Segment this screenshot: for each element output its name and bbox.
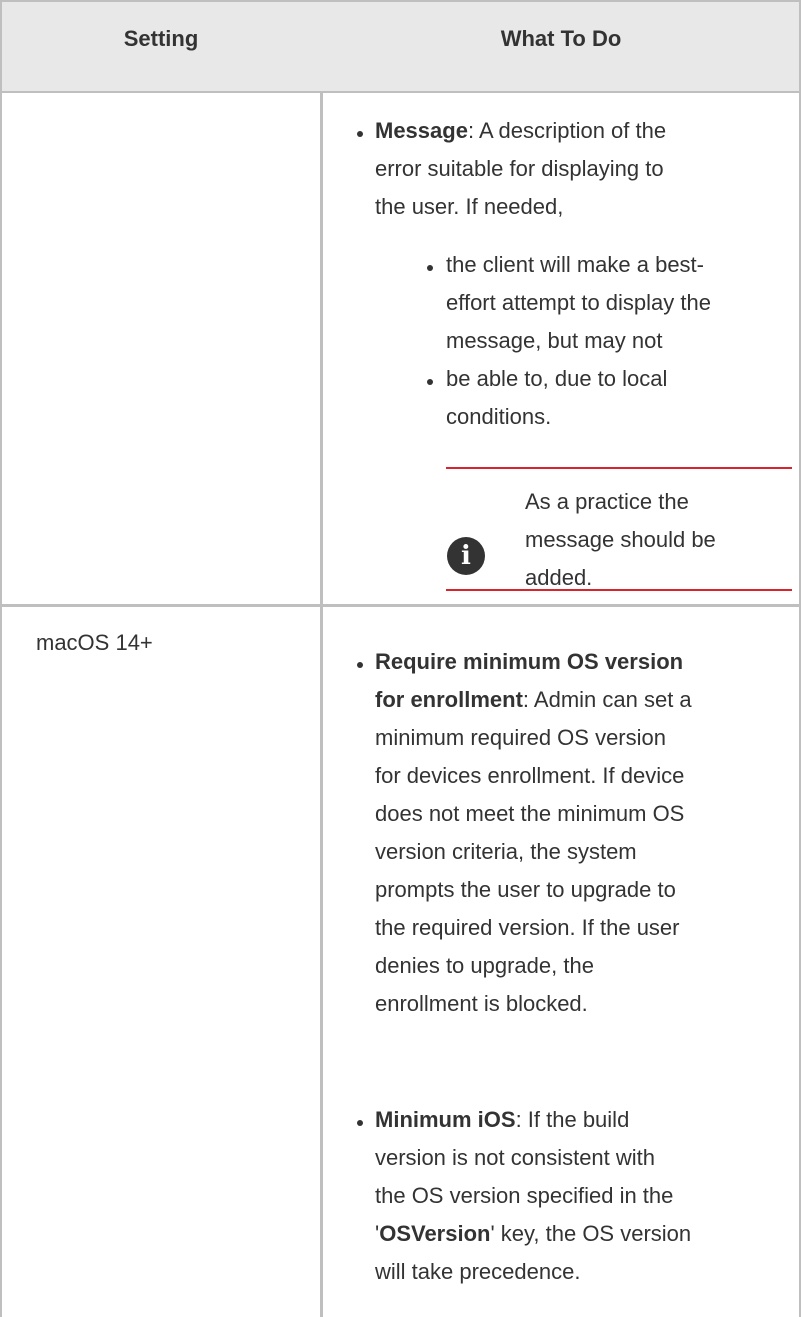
minimum-ios-text: Minimum iOS: If the build version is not…: [375, 1101, 691, 1291]
bullet-marker: [427, 379, 433, 385]
note-line: added.: [525, 565, 593, 590]
minimum-ios-line: will take precedence.: [375, 1259, 581, 1284]
header-what-to-do: What To Do: [500, 26, 622, 51]
min-os-line: minimum required OS version: [375, 725, 666, 750]
min-os-term: Require minimum OS version: [375, 649, 684, 674]
message-line: : A description of the: [467, 118, 667, 143]
minimum-ios-term: Minimum iOS: [375, 1107, 516, 1132]
setting-macos: macOS 14+: [36, 630, 153, 655]
note-line: message should be: [525, 527, 716, 552]
osversion-key: OSVersion: [379, 1221, 491, 1246]
sub-bullet-text: the client will make a best- effort atte…: [446, 246, 711, 360]
min-os-term: for enrollment: [375, 687, 523, 712]
bullet-marker: [357, 662, 363, 668]
sub-bullet-line: message, but may not: [446, 328, 663, 353]
row-divider: [0, 604, 801, 607]
header-setting: Setting: [123, 26, 199, 51]
quote-close: ' key, the OS version: [490, 1221, 692, 1246]
note-top-rule: [446, 467, 792, 469]
message-line: the user. If needed,: [375, 194, 564, 219]
message-line: error suitable for displaying to: [375, 156, 664, 181]
bullet-marker: [357, 1120, 363, 1126]
table-left-border: [0, 0, 2, 1317]
min-os-line: does not meet the minimum OS: [375, 801, 685, 826]
minimum-ios-line: : If the build: [515, 1107, 630, 1132]
sub-bullet-line: the client will make a best-: [446, 252, 704, 277]
min-os-line: the required version. If the user: [375, 915, 680, 940]
minimum-ios-line: the OS version specified in the: [375, 1183, 674, 1208]
min-os-line: denies to upgrade, the: [375, 953, 594, 978]
note-line: As a practice the: [525, 489, 689, 514]
note-bottom-rule: [446, 589, 792, 591]
column-divider: [320, 0, 323, 1317]
message-term: Message: [375, 118, 468, 143]
bullet-marker: [427, 265, 433, 271]
document-page: Setting What To Do Message: A descriptio…: [0, 0, 801, 1317]
sub-bullet-line: conditions.: [446, 404, 552, 429]
header-bottom-border: [0, 91, 801, 93]
min-os-line: enrollment is blocked.: [375, 991, 588, 1016]
sub-bullet-line: effort attempt to display the: [446, 290, 711, 315]
sub-bullet-line: be able to, due to local: [446, 366, 668, 391]
bullet-marker: [357, 131, 363, 137]
min-os-line: for devices enrollment. If device: [375, 763, 685, 788]
note-text: As a practice the message should be adde…: [525, 483, 716, 597]
min-os-line: version criteria, the system: [375, 839, 637, 864]
info-icon: i: [447, 537, 485, 575]
min-os-line: prompts the user to upgrade to: [375, 877, 676, 902]
message-description: Message: A description of the error suit…: [375, 112, 666, 226]
minimum-ios-line: version is not consistent with: [375, 1145, 656, 1170]
min-os-enrollment-text: Require minimum OS version for enrollmen…: [375, 643, 692, 1023]
sub-bullet-text: be able to, due to local conditions.: [446, 360, 667, 436]
min-os-line: : Admin can set a: [522, 687, 692, 712]
